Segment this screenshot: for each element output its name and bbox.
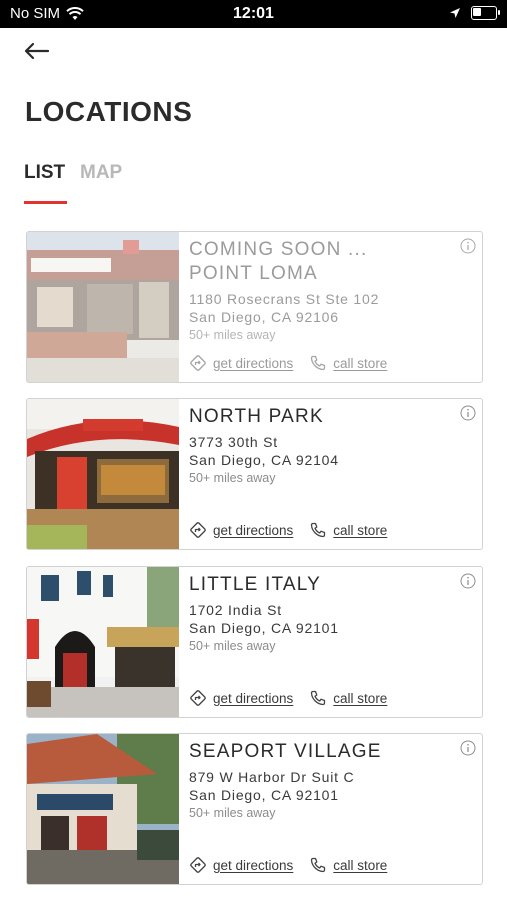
tab-map[interactable]: MAP [80,162,122,184]
address-line1: 879 W Harbor Dr Suit C [189,769,355,785]
battery-icon [471,6,500,20]
address-line2: San Diego, CA 92104 [189,452,339,468]
distance-label: 50+ miles away [189,806,276,820]
call-store-button[interactable]: call store [309,521,387,539]
store-photo [27,567,179,717]
info-icon[interactable] [460,573,476,589]
back-arrow-icon [24,42,50,60]
status-right [449,6,500,20]
get-directions-label: get directions [213,355,294,371]
call-store-label: call store [333,690,388,706]
location-card-seaport-village[interactable]: SEAPORT VILLAGE 879 W Harbor Dr Suit C S… [26,733,483,885]
card-actions: get directions call store [189,689,403,707]
phone-icon [311,690,326,706]
call-store-button[interactable]: call store [309,354,387,372]
phone-icon [311,522,326,538]
phone-icon [311,355,326,371]
card-actions: get directions call store [189,354,403,372]
location-title: SEAPORT VILLAGE [189,741,382,762]
directions-icon [190,355,206,371]
phone-icon [311,857,326,873]
status-bar: No SIM 12:01 [0,0,507,28]
address-line1: 1702 India St [189,602,282,618]
info-icon[interactable] [460,405,476,421]
call-store-label: call store [333,522,388,538]
store-photo [27,232,179,382]
distance-label: 50+ miles away [189,639,276,653]
directions-icon [190,857,206,873]
address-line1: 1180 Rosecrans St Ste 102 [189,291,380,307]
get-directions-label: get directions [213,690,294,706]
get-directions-button[interactable]: get directions [189,856,293,874]
get-directions-label: get directions [213,857,294,873]
info-icon[interactable] [460,740,476,756]
store-photo [27,734,179,884]
address-line2: San Diego, CA 92101 [189,787,339,803]
get-directions-label: get directions [213,522,294,538]
call-store-button[interactable]: call store [309,689,387,707]
location-title: NORTH PARK [189,406,324,427]
location-card-little-italy[interactable]: LITTLE ITALY 1702 India St San Diego, CA… [26,566,483,718]
card-actions: get directions call store [189,521,403,539]
card-actions: get directions call store [189,856,403,874]
distance-label: 50+ miles away [189,471,276,485]
active-tab-indicator [24,201,67,204]
call-store-label: call store [333,857,388,873]
address-line2: San Diego, CA 92101 [189,620,339,636]
back-button[interactable] [22,40,52,64]
get-directions-button[interactable]: get directions [189,354,293,372]
call-store-button[interactable]: call store [309,856,387,874]
distance-label: 50+ miles away [189,328,276,342]
location-title: COMING SOON ... [189,239,368,260]
address-line1: 3773 30th St [189,434,278,450]
location-card-north-park[interactable]: NORTH PARK 3773 30th St San Diego, CA 92… [26,398,483,550]
page-title: LOCATIONS [25,96,193,127]
call-store-label: call store [333,355,388,371]
store-photo [27,399,179,549]
directions-icon [190,522,206,538]
location-card-point-loma[interactable]: COMING SOON ... POINT LOMA 1180 Rosecran… [26,231,483,383]
get-directions-button[interactable]: get directions [189,689,293,707]
location-title-line2: POINT LOMA [189,263,318,284]
location-arrow-icon [450,8,460,18]
get-directions-button[interactable]: get directions [189,521,293,539]
directions-icon [190,690,206,706]
address-line2: San Diego, CA 92106 [189,309,339,325]
info-icon[interactable] [460,238,476,254]
location-title: LITTLE ITALY [189,574,321,595]
status-time: 12:01 [233,5,274,22]
tab-list[interactable]: LIST [24,162,65,184]
